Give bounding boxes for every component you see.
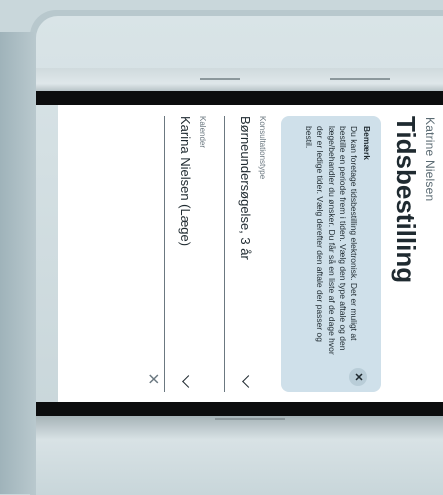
bezel-seam bbox=[215, 418, 285, 420]
patient-name: Katrine Nielsen bbox=[423, 117, 437, 202]
bezel-seam bbox=[200, 78, 240, 80]
booking-screen: × Katrine Nielsen Tidsbestilling Bemærk … bbox=[58, 105, 443, 402]
chevron-down-icon bbox=[242, 375, 255, 388]
bezel-seam bbox=[330, 78, 390, 80]
calendar-select[interactable]: Kalender Karina Nielsen (Læge) bbox=[164, 116, 207, 392]
phone-edge bbox=[0, 32, 40, 494]
phone-screen: × Katrine Nielsen Tidsbestilling Bemærk … bbox=[58, 105, 443, 402]
consultation-type-label: Konsultationstype bbox=[258, 116, 267, 180]
phone-bezel-bottom bbox=[36, 416, 443, 495]
chevron-down-icon bbox=[182, 375, 195, 388]
phone-bezel-bar-bottom bbox=[36, 402, 443, 416]
dismiss-icon[interactable]: ✕ bbox=[349, 368, 367, 386]
note-heading: Bemærk bbox=[362, 126, 372, 161]
calendar-value: Karina Nielsen (Læge) bbox=[178, 116, 193, 247]
close-icon[interactable]: × bbox=[142, 369, 164, 389]
phone-bezel-bar-top bbox=[36, 91, 443, 105]
consultation-type-value: Børneundersøgelse, 3 år bbox=[238, 116, 253, 260]
calendar-label: Kalender bbox=[198, 116, 207, 149]
page-title: Tidsbestilling bbox=[391, 116, 421, 284]
note-box: Bemærk Du kan foretage tidsbestilling el… bbox=[281, 116, 381, 392]
consultation-type-select[interactable]: Konsultationstype Børneundersøgelse, 3 å… bbox=[224, 116, 267, 392]
photo-frame: × Katrine Nielsen Tidsbestilling Bemærk … bbox=[0, 0, 443, 495]
note-text: Du kan foretage tidsbestilling elektroni… bbox=[304, 126, 359, 355]
